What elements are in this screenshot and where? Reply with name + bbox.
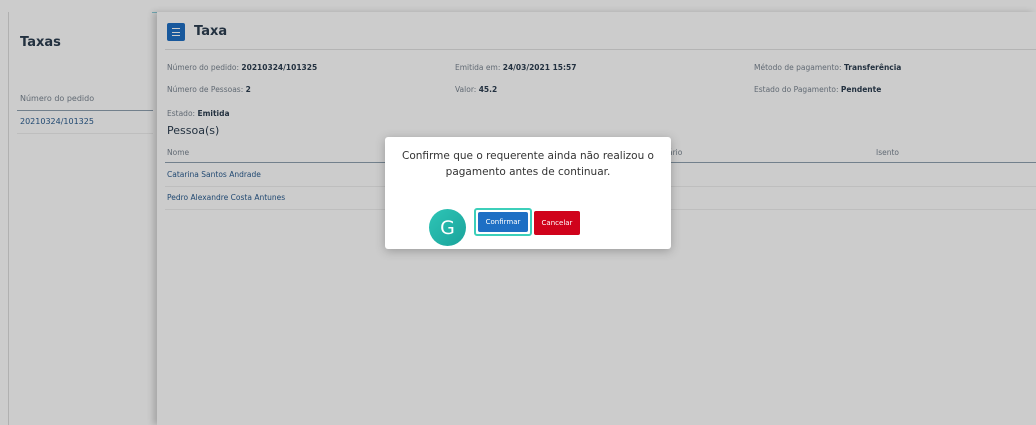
confirm-button-focus-ring: Confirmar xyxy=(474,208,532,236)
avatar: G xyxy=(429,209,466,246)
confirm-button[interactable]: Confirmar xyxy=(478,212,528,232)
confirmation-dialog: Confirme que o requerente ainda não real… xyxy=(385,137,671,249)
dialog-message: Confirme que o requerente ainda não real… xyxy=(402,150,654,178)
cancel-button[interactable]: Cancelar xyxy=(534,211,580,235)
